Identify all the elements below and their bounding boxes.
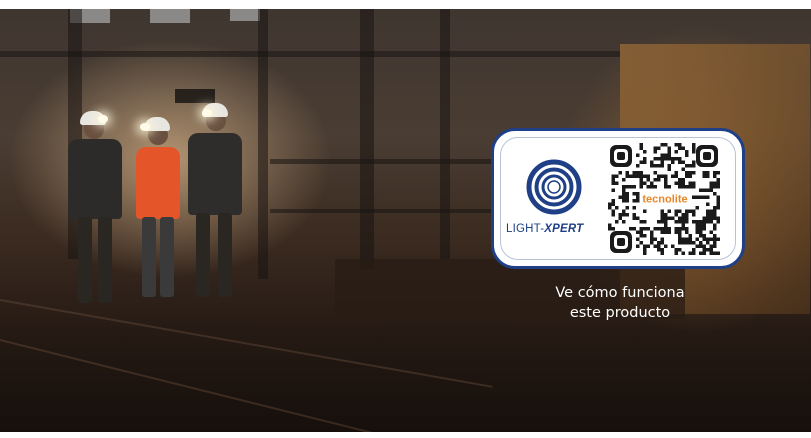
steel-column [440,9,450,259]
floor-track [0,339,466,438]
qr-caption: Ve cómo funciona este producto [520,283,720,323]
steel-column [360,9,374,269]
qr-code[interactable]: tecnolite [608,143,720,255]
light-xpert-wordmark: LIGHT-XPERT [506,223,584,235]
worker-right [180,101,250,301]
caption-line-1: Ve cómo funciona [555,285,685,301]
ad-frame: LIGHT-XPERT tecnolite Ve cómo funciona e… [0,0,811,438]
light-xpert-logo-icon [526,159,582,215]
caption-line-2: este producto [569,305,671,321]
worker-middle [130,117,186,307]
top-border [0,0,811,9]
tecnolite-logo: tecnolite [642,194,687,206]
qr-finder-bottom-left [610,231,632,253]
roof-window [230,9,260,21]
qr-finder-top-left [610,145,632,167]
steel-beam [0,51,620,57]
roof-window [150,9,190,23]
bottom-border [0,432,811,438]
worker-left [60,109,130,309]
qr-finder-top-right [696,145,718,167]
steel-column [258,9,268,279]
qr-card[interactable]: LIGHT-XPERT tecnolite [491,128,745,269]
